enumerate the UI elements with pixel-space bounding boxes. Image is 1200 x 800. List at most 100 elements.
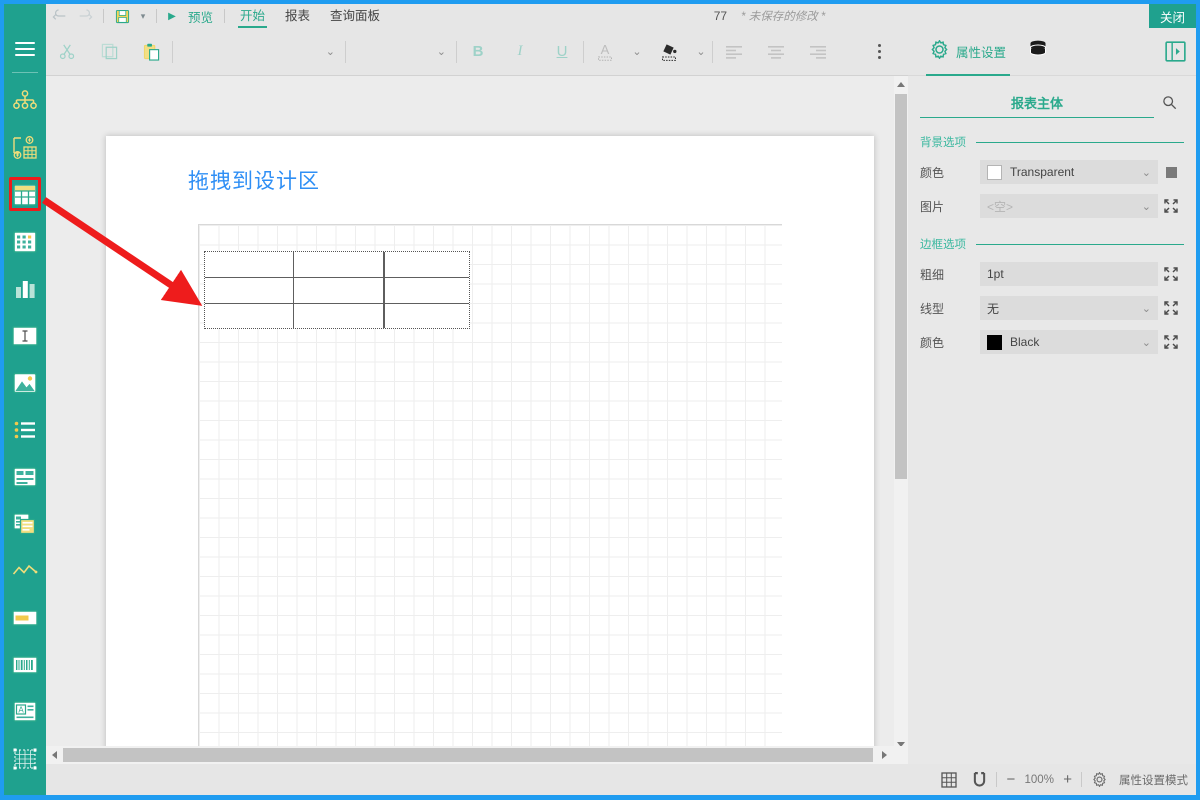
- chevron-down-icon: ⌄: [326, 45, 335, 58]
- collapse-panel-icon[interactable]: [1165, 41, 1186, 67]
- property-row-background-image: 图片 <空> ⌄: [920, 192, 1184, 220]
- report-page[interactable]: 拖拽到设计区: [106, 136, 874, 752]
- canvas-vertical-scrollbar[interactable]: [894, 76, 908, 752]
- font-size-select[interactable]: ⌄: [346, 28, 456, 76]
- bold-button[interactable]: B: [457, 28, 499, 76]
- paint-bucket-icon[interactable]: [648, 28, 690, 76]
- textbox-icon[interactable]: [4, 312, 46, 359]
- save-floppy-icon[interactable]: [109, 4, 135, 28]
- properties-panel-body: 报表主体 背景选项 颜色 Transparent ⌄: [908, 76, 1196, 356]
- subreport-icon[interactable]: [4, 453, 46, 500]
- zoom-in-button[interactable]: +: [1056, 771, 1079, 788]
- fill-color-dropdown-caret[interactable]: ⌄: [690, 28, 712, 76]
- align-center-icon[interactable]: [755, 28, 797, 76]
- status-divider: [1081, 772, 1082, 787]
- copy-icon[interactable]: [88, 28, 130, 76]
- expand-icon[interactable]: [1158, 301, 1184, 315]
- search-icon[interactable]: [1154, 95, 1184, 118]
- save-dropdown-caret[interactable]: ▾: [135, 11, 151, 22]
- section-label: 背景选项: [920, 134, 966, 150]
- window-frame-top: [0, 0, 1200, 4]
- grid-toggle-icon[interactable]: [933, 764, 965, 795]
- left-tool-rail: A: [4, 28, 46, 796]
- container-icon[interactable]: [4, 735, 46, 782]
- hamburger-menu-icon[interactable]: [4, 28, 46, 70]
- list-icon[interactable]: [4, 406, 46, 453]
- sparkline-icon[interactable]: [4, 547, 46, 594]
- color-square-icon[interactable]: [1158, 167, 1184, 178]
- chevron-down-icon: ⌄: [1142, 166, 1151, 179]
- magnet-snap-icon[interactable]: [965, 764, 994, 795]
- table-row-divider: [205, 303, 469, 304]
- background-image-select[interactable]: <空> ⌄: [980, 194, 1158, 218]
- section-border-options: 边框选项: [920, 236, 1184, 252]
- property-row-border-style: 线型 无 ⌄: [920, 294, 1184, 322]
- canvas-horizontal-scrollbar[interactable]: [46, 746, 908, 764]
- property-row-border-color: 颜色 Black ⌄: [920, 328, 1184, 356]
- topbar-logo-block: [4, 4, 46, 28]
- databar-icon[interactable]: [4, 594, 46, 641]
- zoom-out-button[interactable]: −: [999, 771, 1022, 788]
- border-color-select[interactable]: Black ⌄: [980, 330, 1158, 354]
- matrix-icon[interactable]: [4, 218, 46, 265]
- tab-query-panel[interactable]: 查询面板: [320, 4, 390, 28]
- top-menu-bar: ▾ ▶ 预览 开始 报表 查询面板 77 * 未保存的修改 * 关闭: [4, 4, 1196, 28]
- vertical-scroll-thumb[interactable]: [895, 94, 907, 479]
- underline-button[interactable]: U: [541, 28, 583, 76]
- property-label: 颜色: [920, 334, 980, 351]
- properties-panel: 属性设置: [908, 28, 1196, 768]
- bar-chart-icon[interactable]: [4, 265, 46, 312]
- editor-mode-label: 属性设置模式: [1115, 772, 1188, 788]
- font-color-dropdown-caret[interactable]: ⌄: [626, 28, 648, 76]
- design-canvas[interactable]: 拖拽到设计区: [46, 76, 908, 752]
- horizontal-scroll-thumb[interactable]: [63, 748, 873, 762]
- gear-icon: [930, 40, 949, 64]
- scroll-left-arrow[interactable]: [46, 746, 62, 764]
- border-width-input[interactable]: 1pt: [980, 262, 1158, 286]
- tab-start[interactable]: 开始: [230, 4, 275, 28]
- paste-clipboard-icon[interactable]: [130, 28, 172, 76]
- properties-title-row: 报表主体: [920, 86, 1184, 118]
- richtext-icon[interactable]: A: [4, 688, 46, 735]
- unsaved-changes-label: * 未保存的修改 *: [741, 8, 825, 24]
- properties-target-title: 报表主体: [920, 93, 1154, 118]
- properties-panel-tabs: 属性设置: [908, 28, 1196, 76]
- preview-button[interactable]: 预览: [182, 7, 219, 26]
- property-label: 线型: [920, 300, 980, 317]
- redo-arrow-icon[interactable]: [72, 4, 98, 28]
- image-icon[interactable]: [4, 359, 46, 406]
- font-family-select[interactable]: ⌄: [173, 28, 345, 76]
- section-label: 边框选项: [920, 236, 966, 252]
- scroll-up-arrow[interactable]: [894, 76, 908, 92]
- expand-icon[interactable]: [1158, 267, 1184, 281]
- report-table[interactable]: [204, 251, 470, 329]
- rail-divider: [12, 72, 38, 73]
- border-style-select[interactable]: 无 ⌄: [980, 296, 1158, 320]
- tab-report[interactable]: 报表: [275, 4, 320, 28]
- font-color-icon[interactable]: A: [584, 28, 626, 76]
- scroll-right-arrow[interactable]: [876, 746, 892, 764]
- align-left-icon[interactable]: [713, 28, 755, 76]
- barcode-icon[interactable]: [4, 641, 46, 688]
- insert-table-grid-icon[interactable]: [4, 124, 46, 171]
- undo-arrow-icon[interactable]: [46, 4, 72, 28]
- color-swatch: [987, 335, 1002, 350]
- table-icon[interactable]: [4, 171, 46, 218]
- background-color-select[interactable]: Transparent ⌄: [980, 160, 1158, 184]
- gear-icon[interactable]: [1084, 764, 1115, 795]
- kebab-more-icon[interactable]: [864, 28, 894, 76]
- property-label: 颜色: [920, 164, 980, 181]
- scissors-icon[interactable]: [46, 28, 88, 76]
- close-button[interactable]: 关闭: [1149, 4, 1196, 28]
- document-copy-icon[interactable]: [4, 500, 46, 547]
- chevron-down-icon: ⌄: [1142, 200, 1151, 213]
- italic-button[interactable]: I: [499, 28, 541, 76]
- background-image-value: <空>: [987, 198, 1142, 215]
- tab-data-sources[interactable]: [1028, 28, 1048, 76]
- tab-properties[interactable]: 属性设置: [924, 28, 1012, 76]
- preview-play-icon[interactable]: ▶: [162, 11, 182, 22]
- align-right-icon[interactable]: [797, 28, 839, 76]
- expand-icon[interactable]: [1158, 199, 1184, 213]
- expand-icon[interactable]: [1158, 335, 1184, 349]
- org-chart-icon[interactable]: [4, 77, 46, 124]
